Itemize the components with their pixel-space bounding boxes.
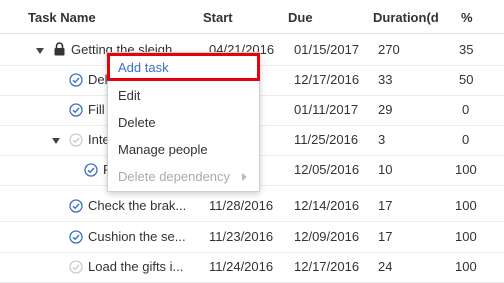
- task-percent: 0: [462, 102, 470, 117]
- check-circle-icon[interactable]: [69, 260, 83, 277]
- task-duration: 17: [378, 229, 393, 244]
- check-circle-icon[interactable]: [69, 199, 83, 216]
- submenu-arrow-icon: [242, 173, 247, 181]
- task-duration: 33: [378, 72, 393, 87]
- task-due: 12/05/2016: [294, 162, 360, 177]
- task-row[interactable]: Cushion the se... 11/23/2016 12/09/2016 …: [0, 223, 504, 253]
- task-duration: 270: [378, 42, 400, 57]
- grid-header: Task Name Start Due Duration(d %: [0, 0, 504, 34]
- task-percent: 100: [455, 229, 477, 244]
- menu-item-delete-dependency: Delete dependency: [108, 164, 259, 190]
- check-circle-icon[interactable]: [84, 163, 98, 180]
- check-circle-icon[interactable]: [69, 133, 83, 150]
- check-circle-icon[interactable]: [69, 230, 83, 247]
- menu-item-manage-people[interactable]: Manage people: [108, 137, 259, 163]
- lock-icon: [54, 42, 65, 59]
- task-row[interactable]: Load the gifts i... 11/24/2016 12/17/201…: [0, 253, 504, 283]
- task-due: 01/11/2017: [294, 102, 359, 117]
- task-name: Cushion the se...: [88, 229, 186, 244]
- column-header-percent[interactable]: %: [461, 10, 491, 25]
- task-name: Load the gifts i...: [88, 259, 184, 274]
- task-duration: 10: [378, 162, 393, 177]
- task-percent: 100: [455, 162, 477, 177]
- collapse-toggle-icon[interactable]: [52, 138, 60, 144]
- check-circle-icon[interactable]: [69, 73, 83, 90]
- menu-item-delete[interactable]: Delete: [108, 110, 259, 136]
- task-row[interactable]: Check the brak... 11/28/2016 12/14/2016 …: [0, 192, 504, 222]
- column-header-due[interactable]: Due: [288, 10, 368, 25]
- task-due: 12/17/2016: [294, 72, 360, 87]
- context-menu: Add task Edit Delete Manage people Delet…: [107, 52, 260, 192]
- task-due: 01/15/2017: [294, 42, 360, 57]
- task-due: 12/09/2016: [294, 229, 360, 244]
- task-percent: 100: [455, 259, 477, 274]
- task-start: 11/24/2016: [209, 259, 274, 274]
- task-duration: 17: [378, 198, 393, 213]
- task-percent: 100: [455, 198, 477, 213]
- menu-item-edit[interactable]: Edit: [108, 83, 259, 109]
- task-due: 12/14/2016: [294, 198, 360, 213]
- task-name: Check the brak...: [88, 198, 187, 213]
- task-start: 11/23/2016: [209, 229, 274, 244]
- menu-item-add-task[interactable]: Add task: [108, 55, 259, 81]
- check-circle-icon[interactable]: [69, 103, 83, 120]
- column-header-start[interactable]: Start: [203, 10, 283, 25]
- task-percent: 0: [462, 132, 470, 147]
- task-due: 11/25/2016: [294, 132, 359, 147]
- column-header-task-name[interactable]: Task Name: [28, 10, 198, 25]
- task-start: 11/28/2016: [209, 198, 274, 213]
- task-due: 12/17/2016: [294, 259, 360, 274]
- column-header-duration[interactable]: Duration(d: [373, 10, 448, 25]
- task-duration: 24: [378, 259, 393, 274]
- task-duration: 3: [378, 132, 386, 147]
- task-duration: 29: [378, 102, 393, 117]
- task-percent: 35: [459, 42, 474, 57]
- menu-item-delete-dependency-label: Delete dependency: [118, 169, 231, 184]
- collapse-toggle-icon[interactable]: [36, 48, 44, 54]
- task-percent: 50: [459, 72, 474, 87]
